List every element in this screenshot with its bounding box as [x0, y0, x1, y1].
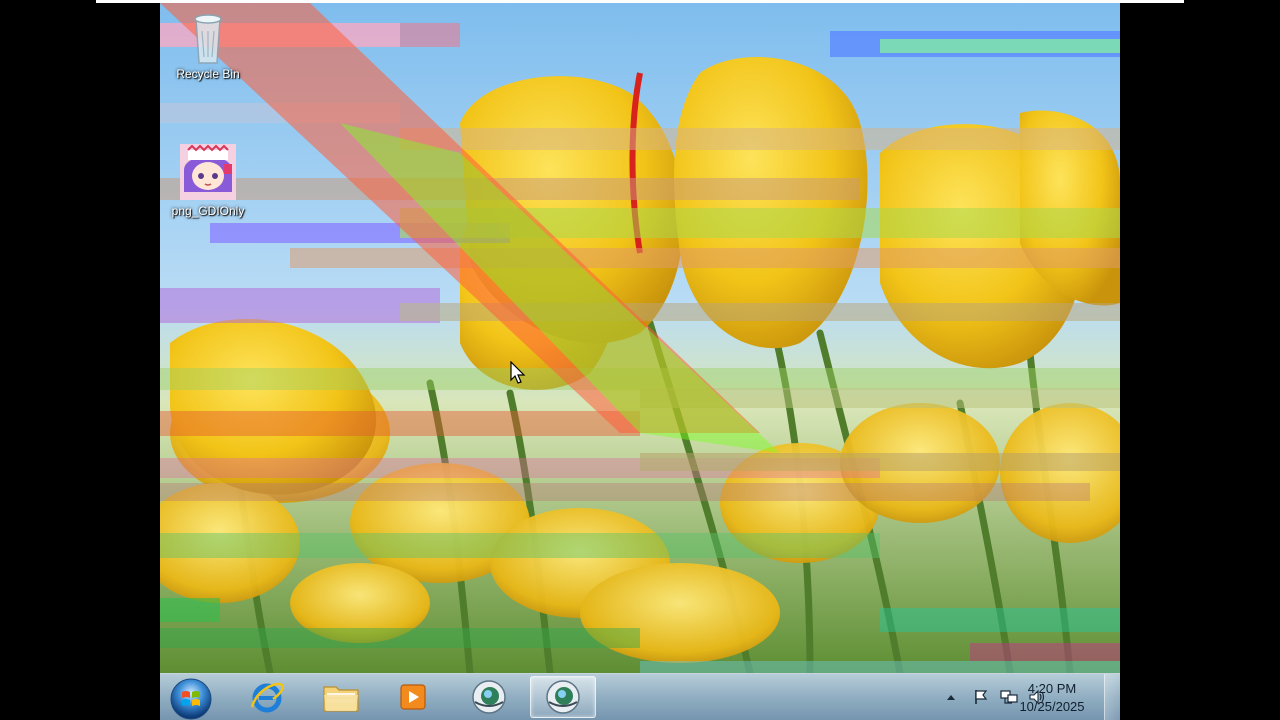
- windows-orb-icon: [170, 678, 212, 720]
- taskbar-globe-app-1[interactable]: [456, 676, 522, 718]
- media-player-icon: [400, 684, 426, 710]
- globe-app-icon: [472, 680, 506, 714]
- clock-time: 4:20 PM: [1027, 681, 1077, 696]
- taskbar-media-player[interactable]: [380, 676, 446, 718]
- tulip-wallpaper: [160, 3, 1120, 673]
- recycle-bin-label: Recycle Bin: [176, 67, 240, 81]
- taskbar-internet-explorer[interactable]: [234, 676, 300, 718]
- taskbar: 4:20 PM 10/25/2025: [160, 673, 1120, 720]
- clock-date: 10/25/2025: [1019, 699, 1085, 714]
- taskbar-clock[interactable]: 4:20 PM 10/25/2025: [1010, 680, 1094, 716]
- start-button[interactable]: [168, 676, 214, 720]
- desktop-icon-recycle-bin[interactable]: Recycle Bin: [160, 9, 256, 81]
- action-center-flag-icon[interactable]: [972, 688, 990, 706]
- show-hidden-icons-arrow-icon[interactable]: [942, 688, 960, 706]
- desktop-icon-png-gdionly[interactable]: png_GDIOnly: [160, 142, 256, 218]
- png-gdionly-label: png_GDIOnly: [171, 204, 245, 218]
- show-desktop-button[interactable]: [1104, 674, 1120, 720]
- recycle-bin-icon: [194, 14, 222, 64]
- taskbar-globe-app-2-active[interactable]: [530, 676, 596, 718]
- system-tray: 4:20 PM 10/25/2025: [900, 674, 1120, 720]
- internet-explorer-icon: [250, 682, 284, 713]
- mouse-pointer-icon: [510, 361, 526, 384]
- globe-app-icon: [546, 680, 580, 714]
- file-explorer-icon: [323, 686, 359, 712]
- screen: Recycle Bin png_GDIOnly 4:20 PM 10/25/20…: [0, 0, 1280, 720]
- desktop[interactable]: Recycle Bin png_GDIOnly 4:20 PM 10/25/20…: [160, 3, 1120, 720]
- taskbar-file-explorer[interactable]: [308, 676, 374, 718]
- anime-character-icon: [180, 144, 236, 200]
